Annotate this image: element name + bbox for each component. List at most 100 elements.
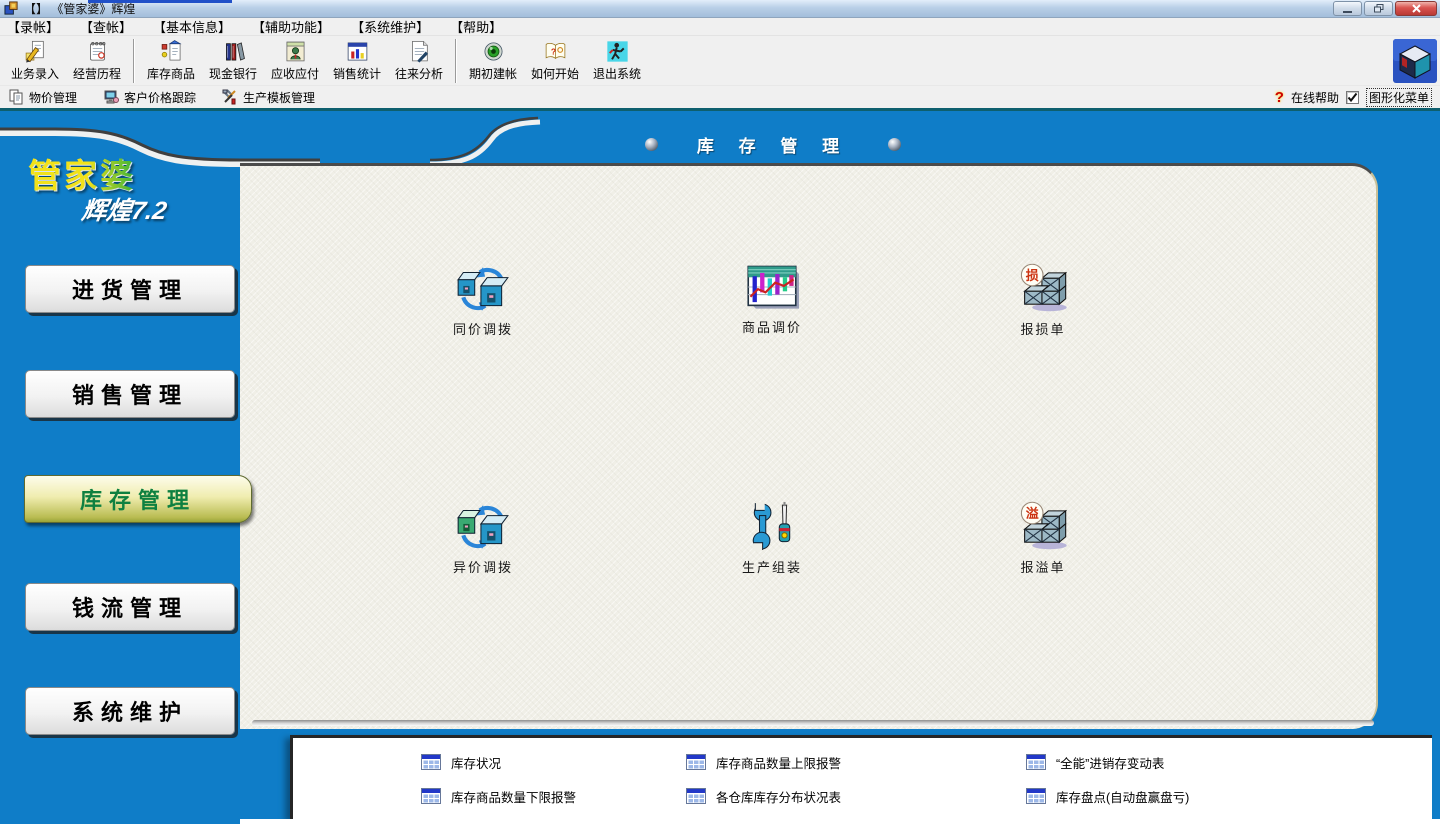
- table-icon: [686, 754, 706, 770]
- inventory-goods-button[interactable]: 库存商品: [140, 39, 202, 82]
- close-button[interactable]: [1395, 1, 1437, 16]
- toolbar-separator: [455, 39, 457, 83]
- goods-price-adjust-icon: [745, 263, 799, 311]
- module-loss-note[interactable]: 损 报损单: [973, 263, 1113, 355]
- table-icon: [1026, 754, 1046, 770]
- toolbar-label: 往来分析: [395, 65, 443, 82]
- production-template-button[interactable]: 生产模板管理: [222, 89, 315, 106]
- reports-panel: 库存状况 库存商品数量上限报警 “全能”进销存变动表: [290, 735, 1432, 819]
- report-lower-limit-alert[interactable]: 库存商品数量下限报警: [421, 787, 686, 806]
- menu-record[interactable]: 【录帐】: [7, 17, 59, 36]
- graphical-menu-label[interactable]: 图形化菜单: [1366, 88, 1432, 107]
- initial-account-icon: [481, 39, 506, 64]
- online-help-label[interactable]: 在线帮助: [1291, 89, 1339, 106]
- cash-bank-icon: [221, 39, 246, 64]
- sidebar-item-purchase[interactable]: 进货管理: [25, 265, 235, 313]
- cash-bank-button[interactable]: 现金银行: [202, 39, 264, 82]
- operation-history-button[interactable]: 经营历程: [66, 39, 128, 82]
- app-window: { "window": { "title": "【】 《管家婆》辉煌" }, "…: [0, 0, 1440, 824]
- how-to-start-button[interactable]: ? 如何开始: [524, 39, 586, 82]
- graphical-menu-checkbox[interactable]: [1346, 91, 1359, 104]
- customer-price-tracking-icon: [103, 89, 119, 105]
- toolbar-separator: [133, 39, 135, 83]
- toolbar2-label: 客户价格跟踪: [124, 89, 196, 106]
- sales-statistics-button[interactable]: 销售统计: [326, 39, 388, 82]
- business-entry-icon: [23, 39, 48, 64]
- table-icon: [421, 754, 441, 770]
- toolbar-label: 如何开始: [531, 65, 579, 82]
- menu-basic-info[interactable]: 【基本信息】: [153, 17, 231, 36]
- module-same-price-transfer[interactable]: 同价调拨: [413, 263, 553, 355]
- production-assembly-icon: [747, 501, 797, 551]
- report-almighty-flow-table[interactable]: “全能”进销存变动表: [1026, 753, 1432, 772]
- report-label: 各仓库库存分布状况表: [716, 787, 841, 806]
- transaction-analysis-button[interactable]: 往来分析: [388, 39, 450, 82]
- brand-logo-title: 管家婆: [28, 149, 136, 197]
- module-label: 异价调拨: [453, 557, 513, 576]
- exit-system-button[interactable]: 退出系统: [586, 39, 648, 82]
- loss-badge-text: 损: [1026, 268, 1039, 283]
- menu-query[interactable]: 【查帐】: [80, 17, 132, 36]
- report-upper-limit-alert[interactable]: 库存商品数量上限报警: [686, 753, 1026, 772]
- diff-price-transfer-icon: [454, 501, 512, 551]
- toolbar-label: 期初建帐: [469, 65, 517, 82]
- svg-text:?: ?: [550, 47, 555, 57]
- operation-history-icon: [85, 39, 110, 64]
- report-warehouse-distribution[interactable]: 各仓库库存分布状况表: [686, 787, 1026, 806]
- report-label: “全能”进销存变动表: [1056, 753, 1164, 772]
- module-goods-price-adjust[interactable]: 商品调价: [702, 263, 842, 355]
- module-diff-price-transfer[interactable]: 异价调拨: [413, 501, 553, 593]
- module-label: 报损单: [1020, 319, 1065, 338]
- sidebar-item-inventory[interactable]: 库存管理: [24, 475, 252, 523]
- report-label: 库存状况: [451, 753, 501, 772]
- minimize-button[interactable]: [1333, 1, 1362, 16]
- report-label: 库存商品数量下限报警: [451, 787, 576, 806]
- business-entry-button[interactable]: 业务录入: [4, 39, 66, 82]
- sales-statistics-icon: [345, 39, 370, 64]
- module-surplus-note[interactable]: 溢 报溢单: [973, 501, 1113, 593]
- module-production-assembly[interactable]: 生产组装: [702, 501, 842, 593]
- restore-button[interactable]: [1364, 1, 1393, 16]
- sidebar-item-system-maintenance[interactable]: 系统维护: [25, 687, 235, 735]
- production-template-icon: [222, 89, 238, 105]
- bottom-edge-strip: [240, 819, 1440, 824]
- secondary-toolbar: 物价管理 客户价格跟踪 生产模板管理 ? 在线帮助: [0, 86, 1440, 108]
- toolbar-label: 应收应付: [271, 65, 319, 82]
- toolbar-label: 库存商品: [147, 65, 195, 82]
- secondary-toolbar-right: ? 在线帮助 图形化菜单: [1275, 88, 1432, 107]
- sphere-ornament-icon: [888, 138, 901, 151]
- content-area: 同价调拨 商品调价: [240, 163, 1378, 729]
- app-icon: [4, 1, 19, 16]
- menu-bar: 【录帐】 【查帐】 【基本信息】 【辅助功能】 【系统维护】 【帮助】: [0, 18, 1440, 36]
- sidebar-item-cashflow[interactable]: 钱流管理: [25, 583, 235, 631]
- main-region: 库 存 管 理 管家婆 辉煌7.2 进货管理 销售管理 库存管理 钱流管理 系统…: [0, 111, 1440, 824]
- toolbar-label: 退出系统: [593, 65, 641, 82]
- sidebar-item-sales[interactable]: 销售管理: [25, 370, 235, 418]
- background-window-strip: [88, 0, 232, 3]
- brand-cube-icon[interactable]: [1393, 39, 1437, 83]
- menu-aux-functions[interactable]: 【辅助功能】: [252, 17, 330, 36]
- module-label: 商品调价: [742, 317, 802, 336]
- customer-price-tracking-button[interactable]: 客户价格跟踪: [103, 89, 196, 106]
- toolbar: 业务录入 经营历程 库存商品 现金银行: [0, 36, 1440, 86]
- toolbar2-label: 生产模板管理: [243, 89, 315, 106]
- toolbar-label: 业务录入: [11, 65, 59, 82]
- price-management-icon: [8, 89, 24, 105]
- report-inventory-status[interactable]: 库存状况: [421, 753, 686, 772]
- close-icon: [1412, 4, 1421, 13]
- toolbar2-label: 物价管理: [29, 89, 77, 106]
- table-icon: [1026, 788, 1046, 804]
- online-help-icon[interactable]: ?: [1275, 89, 1284, 106]
- menu-help[interactable]: 【帮助】: [450, 17, 502, 36]
- menu-system-maintenance[interactable]: 【系统维护】: [351, 17, 429, 36]
- exit-system-icon: [605, 39, 630, 64]
- receivable-payable-button[interactable]: 应收应付: [264, 39, 326, 82]
- toolbar-label: 销售统计: [333, 65, 381, 82]
- toolbar-label: 经营历程: [73, 65, 121, 82]
- title-bar: 【】 《管家婆》辉煌: [0, 0, 1440, 18]
- sphere-ornament-icon: [645, 138, 658, 151]
- section-header: 库 存 管 理: [645, 133, 901, 155]
- report-stocktaking[interactable]: 库存盘点(自动盘赢盘亏): [1026, 787, 1432, 806]
- initial-account-button[interactable]: 期初建帐: [462, 39, 524, 82]
- price-management-button[interactable]: 物价管理: [8, 89, 77, 106]
